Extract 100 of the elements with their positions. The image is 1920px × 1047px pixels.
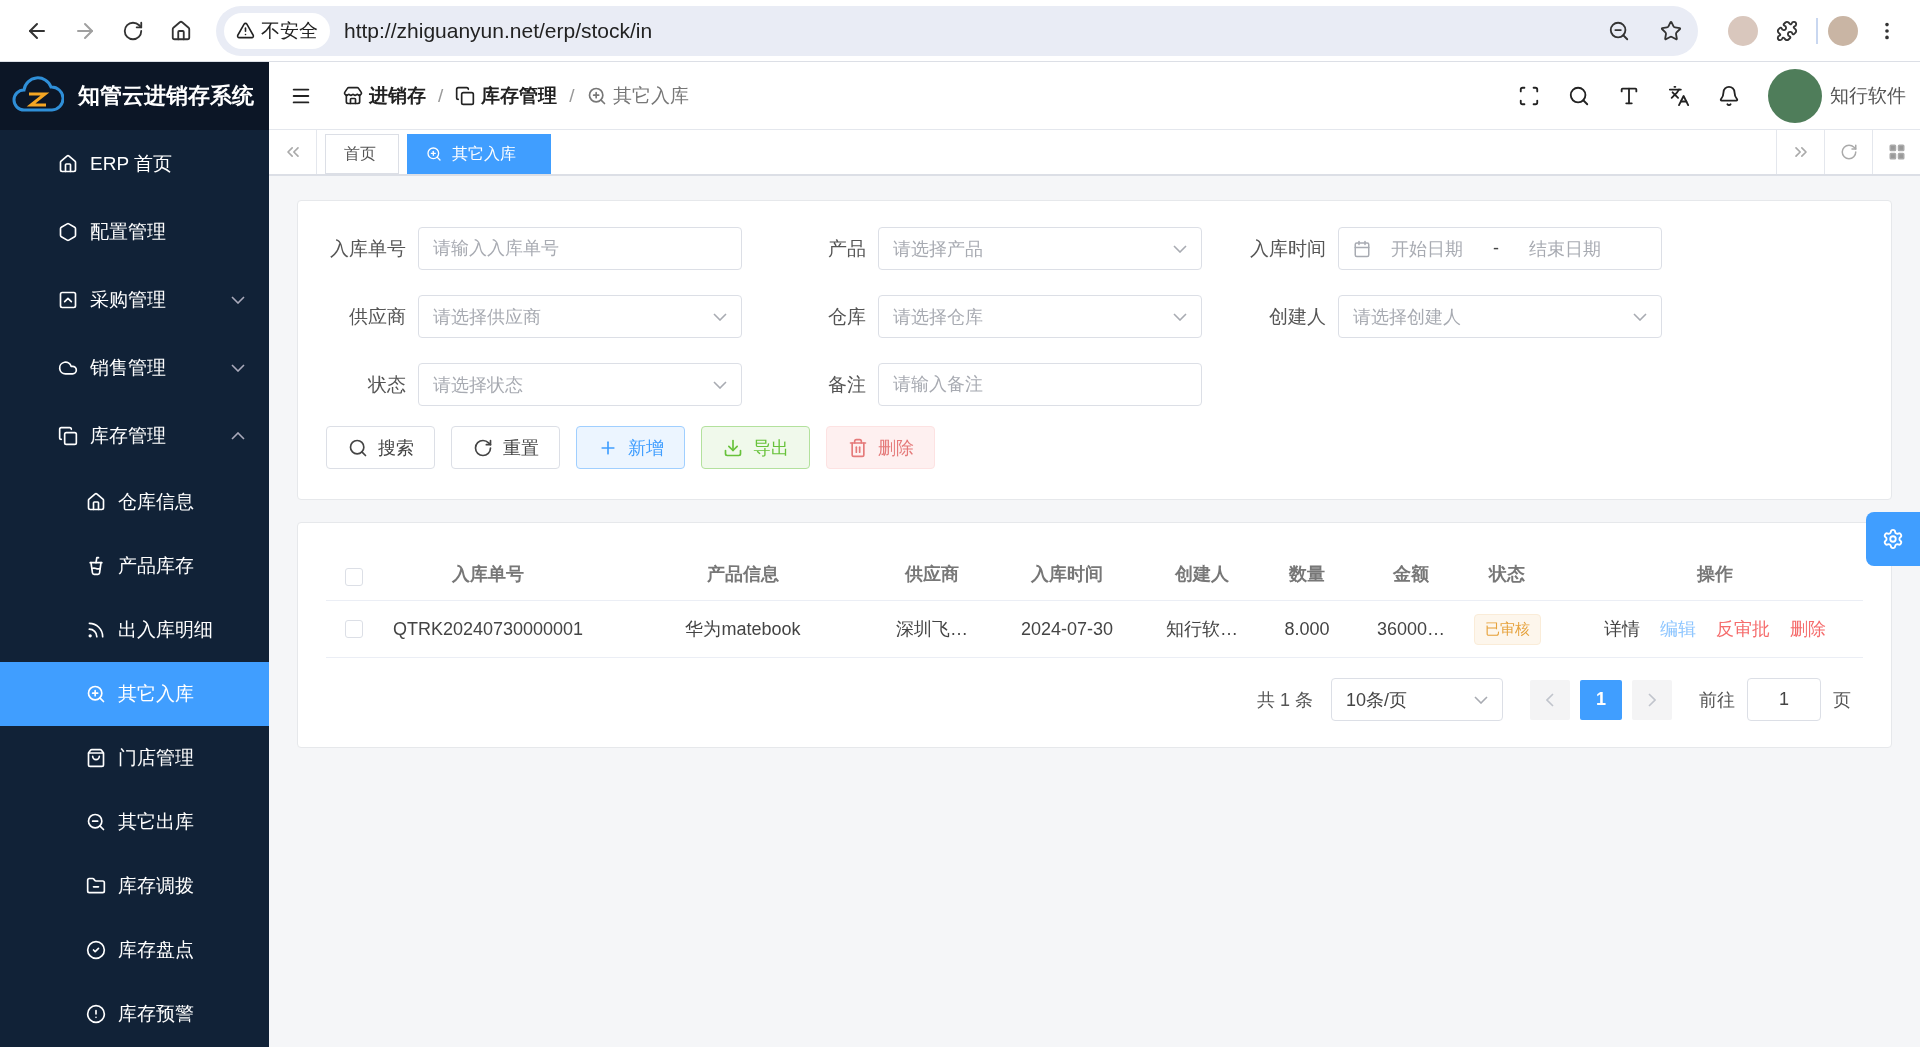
column-header: 入库时间 — [1030, 563, 1104, 586]
sidebar-item[interactable]: 库存调拨 — [0, 854, 269, 918]
breadcrumb-separator: / — [569, 84, 575, 107]
refresh-icon — [472, 437, 493, 458]
table-cell-text: 8.000 — [1283, 618, 1331, 640]
cloud-icon — [58, 358, 78, 378]
home-icon — [58, 154, 78, 174]
chevron-left-icon — [1546, 692, 1554, 707]
breadcrumb-item[interactable]: 库存管理 — [455, 82, 558, 109]
table-cell-text: 知行软… — [1165, 618, 1239, 641]
chevron-right-icon — [1648, 692, 1656, 707]
table-cell-text: 深圳飞… — [895, 618, 969, 641]
search-button[interactable]: 搜索 — [326, 426, 435, 469]
field-label: 创建人 — [1268, 304, 1327, 329]
column-header: 创建人 — [1174, 563, 1230, 586]
goto-label: 前往 — [1699, 688, 1735, 712]
stacked-squares-icon — [58, 426, 78, 446]
chevron-up-icon — [231, 432, 245, 440]
field-label: 仓库 — [827, 304, 867, 329]
security-chip[interactable]: 不安全 — [224, 12, 330, 49]
field-label: 入库时间 — [1249, 236, 1327, 261]
chevron-down-icon — [231, 364, 245, 372]
trash-icon — [847, 437, 868, 458]
zoom-in-icon — [426, 146, 442, 162]
house-icon — [86, 492, 106, 512]
page-size-select[interactable]: 10条/页 — [1331, 678, 1503, 721]
breadcrumb-item: 其它入库 — [586, 82, 689, 109]
field-label: 状态 — [367, 372, 407, 397]
text-input-field[interactable]: 请输入备注 — [878, 363, 1202, 406]
chevron-down-icon — [1173, 244, 1187, 253]
breadcrumb-separator: / — [438, 84, 444, 107]
alert-circle-icon — [86, 1004, 106, 1024]
feed-icon — [86, 620, 106, 640]
settings-icon — [1882, 528, 1904, 550]
sidebar-item[interactable]: 门店管理 — [0, 726, 269, 790]
reset-button[interactable]: 重置 — [451, 426, 560, 469]
table-cell-text: 2024-07-30 — [1019, 618, 1115, 640]
check-circle-icon — [86, 940, 106, 960]
zoom-in-icon — [86, 684, 106, 704]
user-avatar[interactable] — [1768, 68, 1822, 123]
column-header: 供应商 — [903, 563, 960, 586]
search-icon — [347, 437, 368, 458]
folder-icon — [86, 876, 106, 896]
field-label: 备注 — [827, 372, 867, 397]
column-header: 操作 — [1695, 563, 1734, 586]
text-input-field[interactable]: 请输入入库单号 — [418, 227, 742, 270]
store-icon — [343, 85, 363, 106]
sidebar-item[interactable]: 出入库明细 — [0, 598, 269, 662]
zoom-out-icon — [86, 812, 106, 832]
column-header: 数量 — [1288, 563, 1326, 586]
sidebar-item[interactable]: 库存管理 — [0, 402, 269, 470]
select-all-checkbox[interactable] — [344, 568, 363, 586]
cup-icon — [86, 556, 106, 576]
zoom-in-icon — [586, 85, 607, 106]
table-cell-text: 华为matebook — [684, 618, 802, 641]
download-icon — [722, 437, 743, 458]
chevron-down-icon — [713, 312, 727, 321]
page-jump-field[interactable]: 1 — [1747, 678, 1821, 721]
sidebar-item[interactable]: 采购管理 — [0, 266, 269, 334]
row-checkbox[interactable] — [344, 620, 363, 638]
total-count: 共 1 条 — [1257, 688, 1313, 712]
square-caret-icon — [58, 290, 78, 310]
sidebar-item[interactable]: 库存预警 — [0, 982, 269, 1046]
app-title: 知管云进销存系统 — [78, 82, 254, 110]
chevron-down-icon — [1633, 312, 1647, 321]
table-cell-text: 36000… — [1375, 618, 1447, 640]
calendar-icon — [1353, 239, 1371, 258]
chevron-down-icon — [1474, 695, 1488, 704]
column-header: 产品信息 — [706, 563, 780, 586]
field-label: 产品 — [827, 236, 867, 261]
chevron-down-icon — [1173, 312, 1187, 321]
sidebar-item[interactable]: 配置管理 — [0, 198, 269, 266]
breadcrumb-item[interactable]: 进销存 — [343, 82, 426, 109]
sidebar-item[interactable]: 仓库信息 — [0, 470, 269, 534]
column-header: 状态 — [1487, 563, 1526, 586]
sidebar-item[interactable]: 库存盘点 — [0, 918, 269, 982]
column-header: 金额 — [1392, 563, 1430, 586]
date-range-field[interactable]: 开始日期 - 结束日期 — [1338, 227, 1662, 270]
chevron-down-icon — [713, 380, 727, 389]
sidebar-item[interactable]: 其它出库 — [0, 790, 269, 854]
user-name[interactable]: 知行软件 — [1830, 82, 1906, 109]
url-text: http://zhiguanyun.net/erp/stock/in — [344, 18, 654, 43]
address-bar[interactable]: 不安全 http://zhiguanyun.net/erp/stock/in — [216, 5, 1698, 56]
settings-button[interactable] — [1866, 512, 1920, 566]
page-tab[interactable]: 首页 — [325, 134, 399, 174]
sidebar-item[interactable]: ERP 首页 — [0, 130, 269, 198]
chevron-down-icon — [231, 296, 245, 304]
status-tag: 已审核 — [1473, 613, 1541, 645]
detail-link[interactable]: 详情 — [1603, 617, 1640, 641]
hexagon-icon — [58, 222, 78, 242]
bag-icon — [86, 748, 106, 768]
stacked-squares-icon — [455, 85, 476, 106]
page-suffix: 页 — [1833, 688, 1851, 712]
column-header: 入库单号 — [451, 563, 525, 586]
sidebar-item[interactable]: 产品库存 — [0, 534, 269, 598]
field-label: 入库单号 — [329, 236, 407, 261]
warning-icon — [236, 21, 255, 40]
sidebar-item[interactable]: 销售管理 — [0, 334, 269, 402]
field-label: 供应商 — [348, 304, 407, 329]
table-cell-text: QTRK20240730000001 — [391, 618, 585, 640]
